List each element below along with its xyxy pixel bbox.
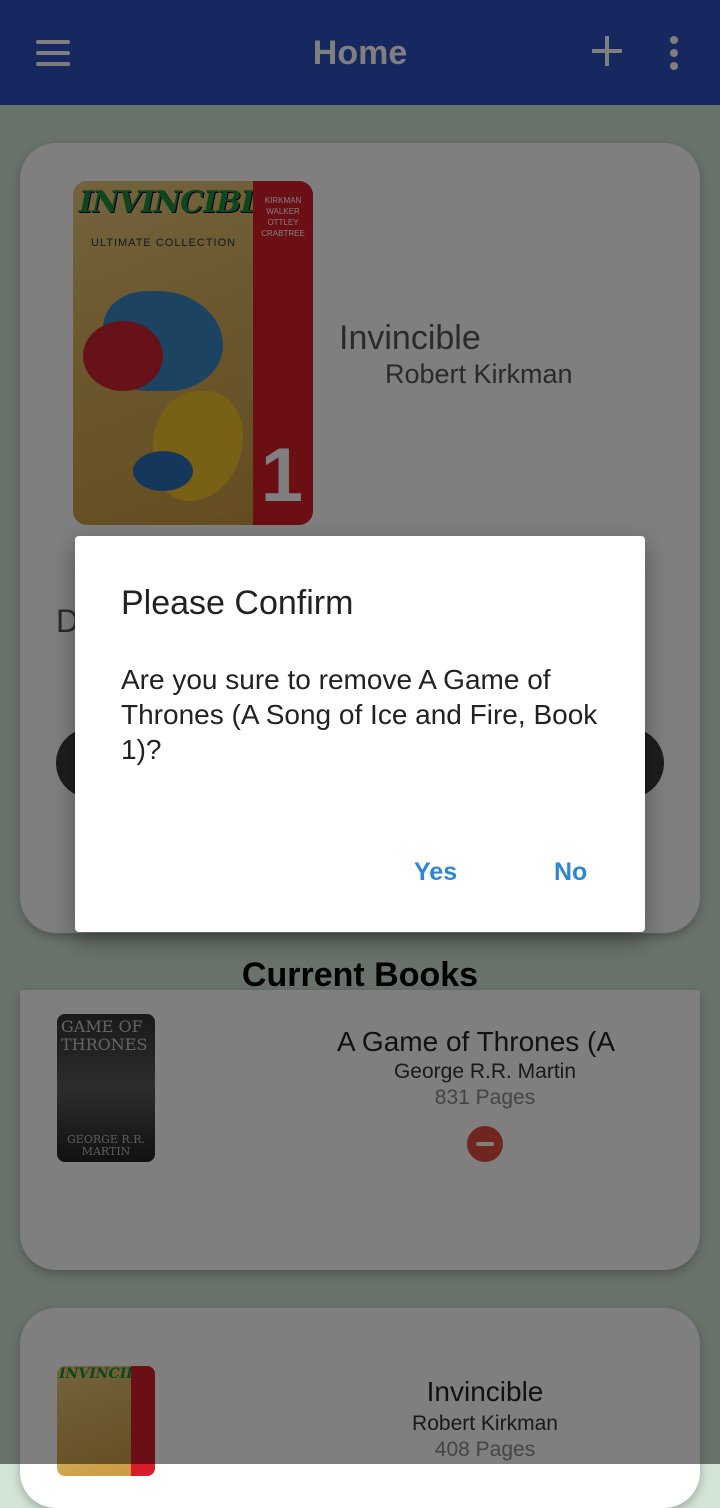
no-button[interactable]: No [554,858,587,887]
confirm-dialog: Please Confirm Are you sure to remove A … [75,536,645,932]
yes-button[interactable]: Yes [414,858,457,887]
dialog-message: Are you sure to remove A Game of Thrones… [121,664,598,765]
dialog-title: Please Confirm [121,584,354,622]
